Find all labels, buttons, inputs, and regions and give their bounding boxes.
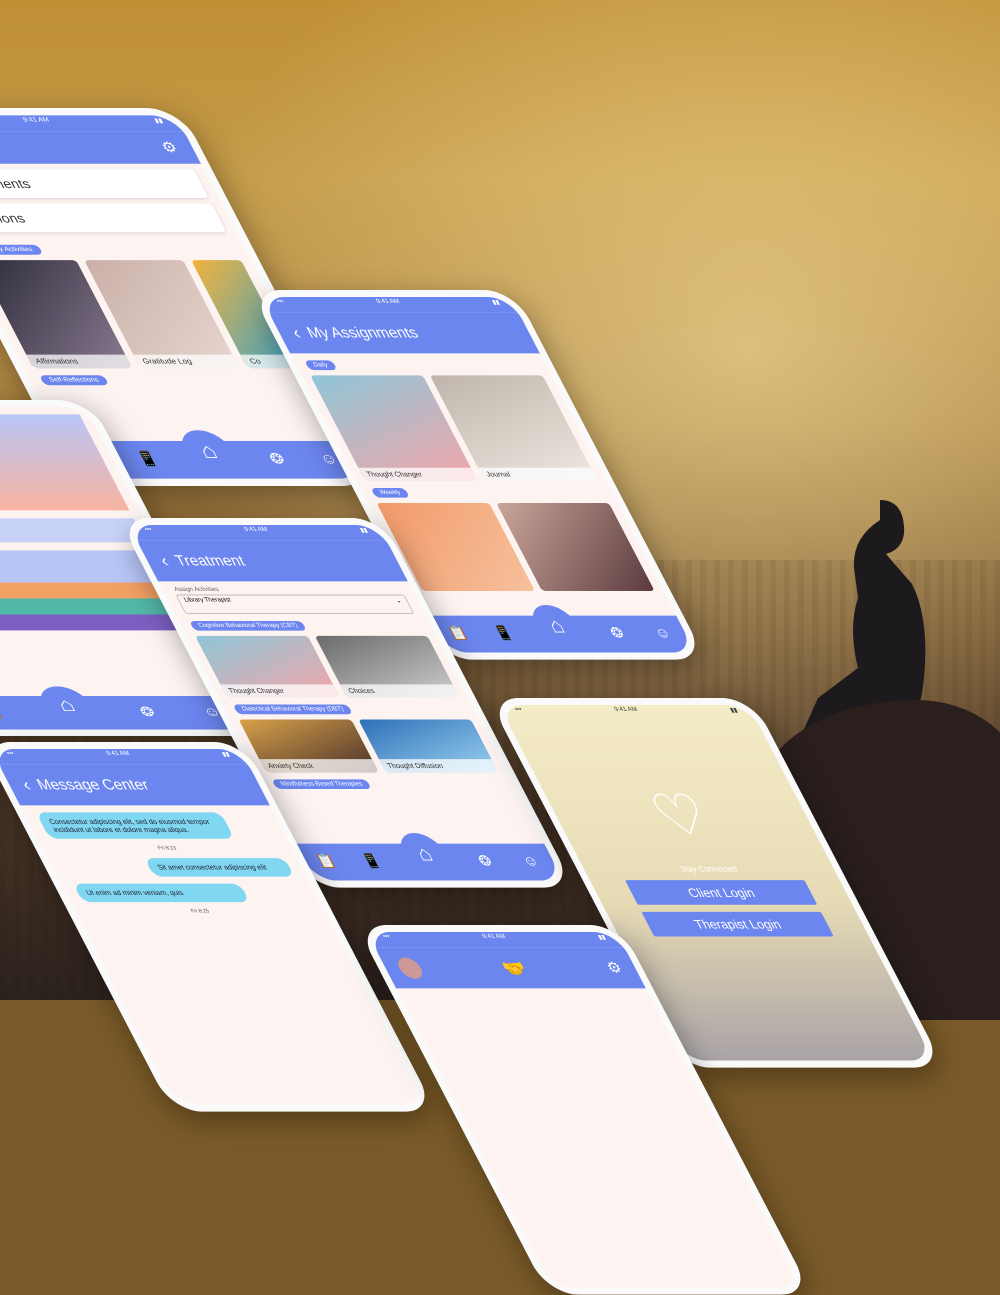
home-icon[interactable]: ⌂ bbox=[173, 430, 244, 474]
choices-tile[interactable]: Choices bbox=[314, 635, 460, 698]
therapist-login-button[interactable]: Therapist Login bbox=[641, 911, 834, 937]
assignments-header: ‹ My Assignments bbox=[268, 312, 540, 354]
sessions-row[interactable]: Sessions bbox=[0, 203, 227, 233]
phone-icon[interactable]: 📱 bbox=[489, 624, 518, 643]
assignments-label: Assignments bbox=[0, 176, 34, 191]
library-section-label: Library Activities bbox=[0, 244, 43, 255]
assignments-row[interactable]: Assignments bbox=[0, 169, 209, 198]
brain-icon[interactable]: ❂ bbox=[261, 450, 293, 470]
tile-caption: Anxiety Check bbox=[259, 759, 379, 773]
brain-icon[interactable]: ❂ bbox=[471, 852, 500, 871]
tile-caption: Choices bbox=[340, 684, 460, 698]
message-bubble-received: Consectetur adipiscing elit, sed do eius… bbox=[35, 812, 235, 839]
sessions-label: Sessions bbox=[0, 210, 28, 225]
message-bubble-received: Ut enim ad minim veniam, quis bbox=[73, 883, 250, 903]
daily-tiles: Thought Changer Journal bbox=[301, 375, 606, 481]
client-login-button[interactable]: Client Login bbox=[624, 880, 818, 905]
tile-caption: Journal bbox=[477, 467, 598, 481]
clipboard-icon[interactable]: 📋 bbox=[0, 704, 8, 722]
page-title: Message Center bbox=[33, 776, 153, 794]
avatar[interactable] bbox=[394, 957, 427, 979]
brain-icon[interactable]: ❂ bbox=[132, 704, 163, 722]
status-bar: •••9:41 AM▮▮ bbox=[0, 749, 249, 765]
weekly-section-label: Weekly bbox=[370, 488, 410, 498]
mindfulness-section-label: Mindfulness-Based Therapies bbox=[271, 779, 373, 790]
chevron-down-icon: ⌄ bbox=[394, 598, 404, 605]
page-title: My Assignments bbox=[303, 324, 422, 342]
thought-diffusion-tile[interactable]: Thought Diffusion bbox=[358, 719, 499, 773]
library-tiles: Affirmations Gratitude Log Co bbox=[0, 260, 307, 369]
gear-icon[interactable]: ⚙ bbox=[603, 959, 626, 977]
message-timestamp: Fri 8:23 bbox=[157, 845, 178, 852]
phone-icon[interactable]: 📱 bbox=[132, 450, 164, 470]
handshake-heart-logo-icon: ♡ bbox=[639, 783, 723, 847]
messages-header: ‹ Message Center bbox=[0, 764, 270, 806]
thought-changer-tile[interactable]: Thought Changer bbox=[195, 635, 340, 698]
page-title: Treatment bbox=[171, 552, 248, 570]
message-bubble-sent: Sit amet consectetur adipiscing elit bbox=[144, 858, 295, 877]
gear-icon[interactable]: ⚙ bbox=[158, 139, 182, 157]
status-bar: •••9:41 AM▮▮ bbox=[128, 525, 387, 541]
tile-caption: Affirmations bbox=[26, 354, 133, 369]
head-icon[interactable]: ☺ bbox=[648, 624, 677, 643]
dbt-tiles: Anxiety Check Thought Diffusion bbox=[230, 719, 507, 773]
back-chevron-icon[interactable]: ‹ bbox=[288, 323, 304, 343]
status-bar: •••9:41 AM▮▮ bbox=[260, 297, 519, 313]
tile-caption: Thought Diffusion bbox=[378, 759, 499, 773]
cbt-tiles: Thought Changer Choices bbox=[186, 635, 468, 698]
status-bar: •••9:41 AM▮▮ bbox=[366, 932, 625, 948]
back-chevron-icon[interactable]: ‹ bbox=[18, 775, 34, 795]
home-icon[interactable]: ⌂ bbox=[392, 833, 457, 876]
back-chevron-icon[interactable]: ‹ bbox=[156, 551, 172, 571]
clipboard-icon[interactable]: 📋 bbox=[444, 624, 473, 643]
cbt-section-label: Cognitive Behavioral Therapy (CBT) bbox=[189, 620, 308, 631]
home-icon[interactable]: ⌂ bbox=[524, 605, 589, 648]
phone-icon[interactable]: 📱 bbox=[357, 852, 386, 871]
brain-icon[interactable]: ❂ bbox=[603, 624, 632, 643]
home-header: 🤝 ⚙ bbox=[0, 131, 202, 164]
clipboard-icon[interactable]: 📋 bbox=[312, 852, 341, 871]
self-reflections-label: Self-Reflections bbox=[38, 375, 110, 386]
tab-bar: 📋 📱 ⌂ ❂ ☺ bbox=[426, 605, 696, 653]
pager bbox=[0, 518, 147, 543]
status-bar: •••9:41 AM▮▮ bbox=[0, 115, 185, 132]
profile-header: 🤝 ⚙ bbox=[374, 947, 646, 989]
assign-label: Assign Activities bbox=[173, 586, 221, 593]
tile-caption: Thought Changer bbox=[220, 684, 340, 698]
tile-caption: Thought Changer bbox=[358, 467, 478, 481]
home-icon[interactable]: ⌂ bbox=[32, 686, 101, 725]
status-bar: •••9:41 AM▮▮ bbox=[513, 706, 740, 714]
handshake-logo-icon: 🤝 bbox=[498, 958, 531, 979]
tab-bar: 📋 📱 ⌂ ❂ ☺ bbox=[294, 833, 564, 881]
treatment-header: ‹ Treatment bbox=[136, 540, 408, 582]
select-value: Library Therapist bbox=[182, 597, 233, 604]
dbt-section-label: Dialectical Behavioral Therapy (DBT) bbox=[232, 704, 353, 715]
tagline: Stay Connected bbox=[678, 864, 740, 874]
head-icon[interactable]: ☺ bbox=[516, 852, 545, 871]
anxiety-check-tile[interactable]: Anxiety Check bbox=[238, 719, 379, 773]
message-timestamp: Fri 8:25 bbox=[189, 909, 211, 915]
tile-caption: Gratitude Log bbox=[133, 354, 240, 369]
activity-select[interactable]: Library Therapist ⌄ bbox=[175, 594, 415, 614]
daily-section-label: Daily bbox=[304, 360, 338, 371]
